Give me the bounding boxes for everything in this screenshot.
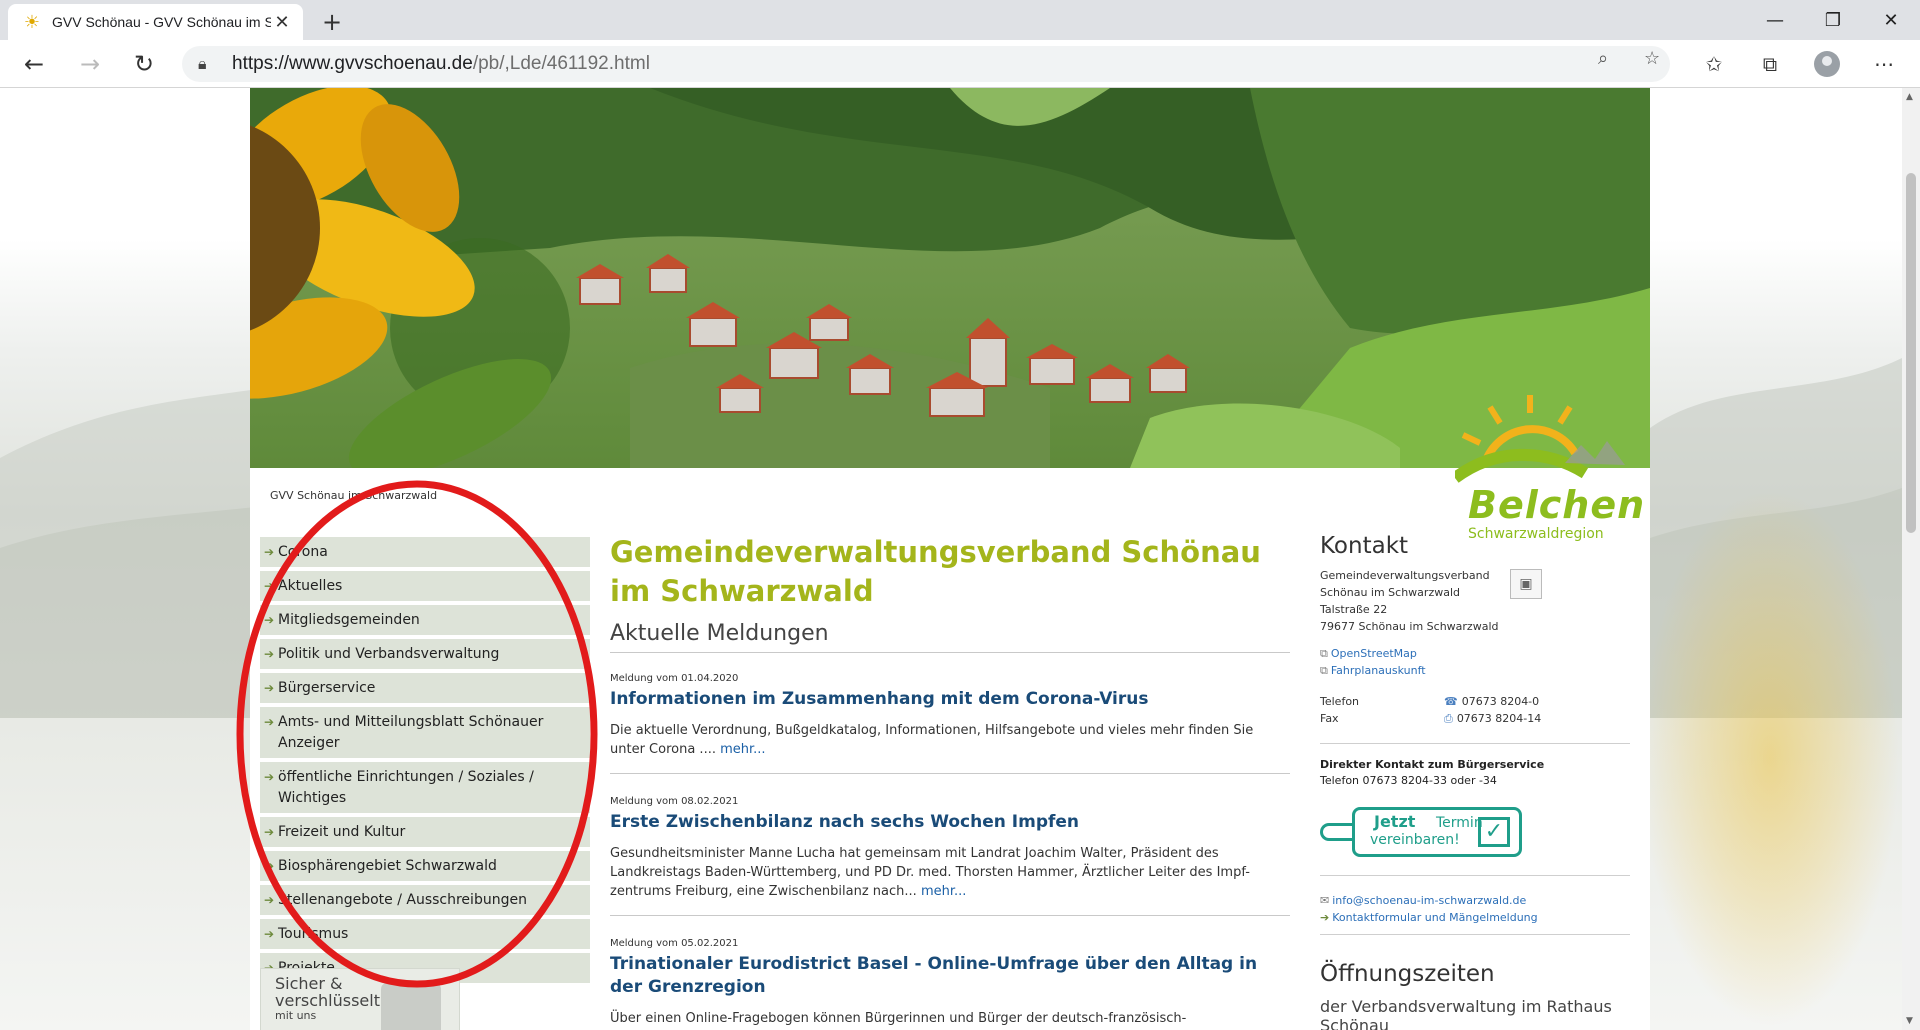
close-window-icon[interactable]: ✕ [1862, 0, 1920, 40]
fax-number: 07673 8204-14 [1456, 712, 1542, 725]
news-title-link[interactable]: Informationen im Zusammenhang mit dem Co… [610, 688, 1290, 711]
more-menu-icon[interactable]: ⋯ [1870, 52, 1898, 76]
opening-hours-heading: Öffnungszeiten [1320, 961, 1495, 987]
contact-form-link[interactable]: Kontaktformular und Mängelmeldung [1332, 911, 1537, 924]
news-date: Meldung vom 01.04.2020 [610, 673, 739, 684]
external-link-icon: ⧉ [1320, 664, 1328, 677]
profile-avatar[interactable] [1814, 51, 1840, 77]
village-landscape-image [250, 88, 1650, 468]
fahrplan-link[interactable]: Fahrplanauskunft [1331, 664, 1426, 677]
favorites-icon[interactable]: ✩ [1700, 52, 1728, 76]
vcard-icon[interactable]: ▣ [1510, 569, 1542, 599]
red-highlight-circle [236, 480, 598, 988]
contact-links: ⧉ OpenStreetMap ⧉ Fahrplanauskunft [1320, 645, 1630, 679]
background-sunflower [1640, 488, 1900, 1028]
page-content: Belchen Schwarzwaldregion GVV Schönau im… [236, 88, 1650, 1030]
address-bar[interactable]: 🔒︎ https://www.gvvschoenau.de/pb/,Lde/46… [182, 46, 1670, 82]
external-link-icon: ⧉ [1320, 647, 1328, 660]
news-title-link[interactable]: Trinationaler Eurodistrict Basel - Onlin… [610, 953, 1290, 999]
divider [1320, 875, 1630, 876]
news-date: Meldung vom 05.02.2021 [610, 938, 739, 949]
browser-tab[interactable]: ☀ GVV Schönau - GVV Schönau im Schwarzwa… [8, 4, 303, 40]
more-link[interactable]: mehr... [720, 742, 765, 757]
page-viewport: Belchen Schwarzwaldregion GVV Schönau im… [0, 88, 1902, 1030]
mail-icon: ✉ [1320, 894, 1330, 907]
close-tab-icon[interactable]: ✕ [271, 11, 293, 33]
tab-title: GVV Schönau - GVV Schönau im Schwarzwald [52, 14, 271, 30]
logo-wordmark: Belchen [1468, 483, 1646, 527]
maximize-icon[interactable]: ❐ [1804, 0, 1862, 40]
checkbox-check-icon: ✓ [1478, 817, 1510, 847]
direct-contact-phone: Telefon 07673 8204-33 oder -34 [1320, 774, 1497, 787]
arrow-icon: ➔ [1320, 911, 1330, 924]
news-teaser: Die aktuelle Verordnung, Bußgeldkatalog,… [610, 723, 1254, 757]
new-tab-button[interactable]: + [318, 8, 346, 36]
vertical-scrollbar[interactable]: ▲ ▼ [1902, 88, 1920, 1030]
news-title-link[interactable]: Erste Zwischenbilanz nach sechs Wochen I… [610, 811, 1290, 834]
add-favorite-icon[interactable]: ☆ [1644, 48, 1660, 69]
scroll-up-icon[interactable]: ▲ [1906, 92, 1913, 102]
url-text: https://www.gvvschoenau.de/pb/,Lde/46119… [232, 53, 650, 74]
forward-icon[interactable]: → [72, 48, 108, 80]
phone-icon: ☎ [1444, 695, 1458, 708]
news-teaser: Über einen Online-Fragebogen können Bürg… [610, 1011, 1187, 1026]
site-favicon-icon: ☀ [23, 11, 41, 33]
divider [1320, 743, 1630, 744]
opening-hours-subtitle: der Verbandsverwaltung im Rathaus Schöna… [1320, 997, 1612, 1030]
news-item: Meldung vom 05.02.2021 Trinationaler Eur… [610, 938, 1290, 1030]
collections-icon[interactable]: ⧉ [1756, 52, 1784, 76]
phone-list: Telefon ☎ 07673 8204-0 Fax ⎙ 07673 8204-14 [1320, 693, 1542, 725]
back-icon[interactable]: ← [16, 48, 52, 80]
contact-address: Gemeindeverwaltungsverband Schönau im Sc… [1320, 567, 1630, 635]
scrollbar-thumb[interactable] [1906, 173, 1916, 533]
scroll-down-icon[interactable]: ▼ [1906, 1016, 1913, 1026]
fax-icon: ⎙ [1444, 712, 1453, 725]
page-title: Gemeindeverwaltungsverband Schönau im Sc… [610, 535, 1261, 608]
more-link[interactable]: mehr... [921, 884, 966, 899]
lock-icon[interactable]: 🔒︎ [198, 54, 218, 74]
phone-number[interactable]: 07673 8204-0 [1462, 693, 1539, 710]
openstreetmap-link[interactable]: OpenStreetMap [1331, 647, 1417, 660]
news-item: Meldung vom 08.02.2021 Erste Zwischenbil… [610, 796, 1290, 916]
header-photo [250, 88, 1650, 468]
minimize-icon[interactable]: — [1746, 0, 1804, 40]
contact-heading: Kontakt [1320, 533, 1409, 559]
news-date: Meldung vom 08.02.2021 [610, 796, 739, 807]
reload-icon[interactable]: ↻ [126, 48, 162, 80]
browser-toolbar: ← → ↻ 🔒︎ https://www.gvvschoenau.de/pb/,… [0, 40, 1920, 88]
divider [1320, 934, 1630, 935]
news-teaser: Gesundheitsminister Manne Lucha hat geme… [610, 846, 1250, 899]
badge-small-text: mit uns [275, 1009, 317, 1022]
zoom-icon[interactable]: ⌕ [1598, 48, 1608, 69]
contact-column: Kontakt Gemeindeverwaltungsverband Schön… [1320, 533, 1630, 1030]
news-item: Meldung vom 01.04.2020 Informationen im … [610, 673, 1290, 774]
email-links: ✉ info@schoenau-im-schwarzwald.de ➔ Kontak… [1320, 892, 1630, 926]
main-column: Gemeindeverwaltungsverband Schönau im Sc… [610, 533, 1290, 1030]
news-section-heading: Aktuelle Meldungen [610, 621, 1290, 653]
direct-contact-title: Direkter Kontakt zum Bürgerservice [1320, 758, 1545, 771]
appointment-button[interactable]: Jetzt Termin vereinbaren! ✓ [1320, 807, 1522, 859]
browser-tabbar: ☀ GVV Schönau - GVV Schönau im Schwarzwa… [0, 0, 1920, 40]
email-link[interactable]: info@schoenau-im-schwarzwald.de [1332, 894, 1526, 907]
